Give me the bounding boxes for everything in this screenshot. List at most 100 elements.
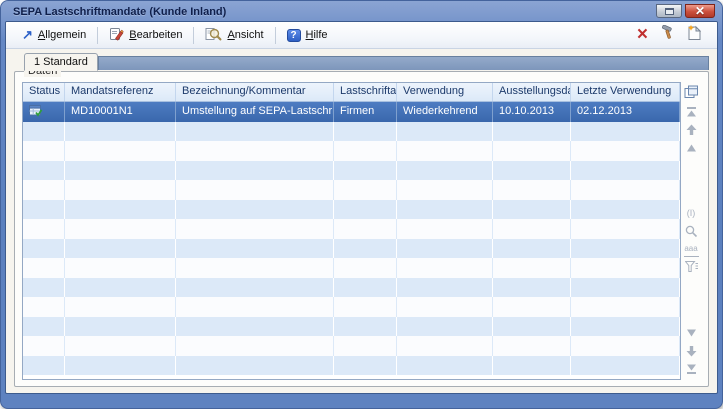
table-row-selected[interactable]: MD10001N1 Umstellung auf SEPA-Lastschrif… <box>23 102 680 122</box>
window-title: SEPA Lastschriftmandate (Kunde Inland) <box>13 6 656 18</box>
empty-cell <box>23 141 65 161</box>
empty-cell <box>571 356 680 376</box>
empty-cell <box>65 180 176 200</box>
table-row-empty[interactable] <box>23 200 680 220</box>
empty-cell <box>334 239 397 259</box>
empty-cell <box>334 278 397 298</box>
empty-cell <box>571 336 680 356</box>
scroll-to-bottom-icon[interactable] <box>684 361 699 376</box>
empty-cell <box>65 141 176 161</box>
empty-cell <box>65 122 176 142</box>
empty-cell <box>493 336 571 356</box>
content-area: 1 Standard Daten Status Mandatsreferenz … <box>6 49 717 393</box>
status-cell <box>23 102 65 122</box>
menu-toolbar: ↗ Allgemein Bearbeiten Ansicht ? Hilfe <box>6 22 717 49</box>
empty-cell <box>334 336 397 356</box>
arrow-up-right-icon: ↗ <box>22 29 33 41</box>
menu-allgemein[interactable]: ↗ Allgemein <box>14 27 94 43</box>
table-row-empty[interactable] <box>23 317 680 337</box>
column-header-status[interactable]: Status <box>23 83 65 101</box>
scroll-down-group <box>684 325 699 376</box>
grid-body: MD10001N1 Umstellung auf SEPA-Lastschrif… <box>23 102 680 379</box>
cell-lastschriftart: Firmen <box>334 102 397 122</box>
empty-cell <box>397 297 493 317</box>
menu-bearbeiten[interactable]: Bearbeiten <box>101 25 190 46</box>
empty-cell <box>571 141 680 161</box>
table-row-empty[interactable] <box>23 258 680 278</box>
table-row-empty[interactable] <box>23 180 680 200</box>
table-row-empty[interactable] <box>23 122 680 142</box>
app-window: SEPA Lastschriftmandate (Kunde Inland) ✕… <box>0 0 723 409</box>
menu-hilfe[interactable]: ? Hilfe <box>279 27 336 44</box>
cell-ausstellungsdatum: 10.10.2013 <box>493 102 571 122</box>
empty-cell <box>65 200 176 220</box>
empty-cell <box>493 258 571 278</box>
window-controls: ✕ <box>656 4 715 18</box>
filter-icon[interactable] <box>684 260 699 275</box>
table-row-empty[interactable] <box>23 336 680 356</box>
empty-cell <box>65 297 176 317</box>
abc-text-icon[interactable]: aaa <box>684 242 699 257</box>
empty-cell <box>493 239 571 259</box>
empty-cell <box>571 219 680 239</box>
new-document-button[interactable] <box>687 25 701 45</box>
app-surface: ↗ Allgemein Bearbeiten Ansicht ? Hilfe <box>5 21 718 394</box>
empty-cell <box>334 219 397 239</box>
table-row-empty[interactable] <box>23 161 680 181</box>
tab-standard[interactable]: 1 Standard <box>24 53 98 71</box>
search-icon[interactable] <box>684 224 699 239</box>
empty-cell <box>176 356 334 376</box>
up-triangle-icon[interactable] <box>684 140 699 155</box>
empty-cell <box>493 180 571 200</box>
empty-cell <box>23 122 65 142</box>
empty-cell <box>493 161 571 181</box>
empty-cell <box>176 180 334 200</box>
table-row-empty[interactable] <box>23 356 680 376</box>
empty-cell <box>493 278 571 298</box>
table-row-empty[interactable] <box>23 219 680 239</box>
column-header-lastschriftart[interactable]: Lastschriftart <box>334 83 397 101</box>
empty-cell <box>176 297 334 317</box>
empty-cell <box>493 356 571 376</box>
empty-cell <box>65 317 176 337</box>
column-header-letzte-verwendung[interactable]: Letzte Verwendung <box>571 83 680 101</box>
cell-bezeichnung: Umstellung auf SEPA-Lastschrift <box>176 102 334 122</box>
close-button[interactable]: ✕ <box>685 4 715 18</box>
column-header-verwendung[interactable]: Verwendung <box>397 83 493 101</box>
restore-button[interactable] <box>656 4 682 18</box>
table-row-empty[interactable] <box>23 141 680 161</box>
cell-mandatsreferenz: MD10001N1 <box>65 102 176 122</box>
empty-cell <box>397 336 493 356</box>
scroll-to-top-icon[interactable] <box>684 104 699 119</box>
table-row-empty[interactable] <box>23 239 680 259</box>
table-row-empty[interactable] <box>23 297 680 317</box>
close-icon: ✕ <box>695 6 705 16</box>
move-up-icon[interactable] <box>684 122 699 137</box>
column-header-mandatsreferenz[interactable]: Mandatsreferenz <box>65 83 176 101</box>
empty-cell <box>65 161 176 181</box>
move-down-icon[interactable] <box>684 343 699 358</box>
tools-hammer-button[interactable] <box>660 25 675 45</box>
down-triangle-icon[interactable] <box>684 325 699 340</box>
empty-cell <box>397 200 493 220</box>
column-header-bezeichnung[interactable]: Bezeichnung/Kommentar <box>176 83 334 101</box>
empty-cell <box>176 239 334 259</box>
empty-cell <box>571 122 680 142</box>
copy-rows-icon[interactable] <box>684 84 699 99</box>
empty-cell <box>23 219 65 239</box>
empty-cell <box>571 278 680 298</box>
empty-cell <box>397 317 493 337</box>
column-width-icon[interactable]: (I) <box>684 206 699 221</box>
mandate-active-icon <box>29 104 43 120</box>
delete-record-button[interactable]: × <box>637 28 648 42</box>
empty-cell <box>176 258 334 278</box>
toolbar-actions: × <box>637 25 709 45</box>
tab-strip: 1 Standard <box>14 53 709 70</box>
empty-cell <box>176 200 334 220</box>
cell-letzte-verwendung: 02.12.2013 <box>571 102 680 122</box>
menu-ansicht[interactable]: Ansicht <box>197 25 271 46</box>
column-header-ausstellungsdatum[interactable]: Ausstellungsdatum <box>493 83 571 101</box>
empty-cell <box>176 219 334 239</box>
table-row-empty[interactable] <box>23 278 680 298</box>
empty-cell <box>65 278 176 298</box>
